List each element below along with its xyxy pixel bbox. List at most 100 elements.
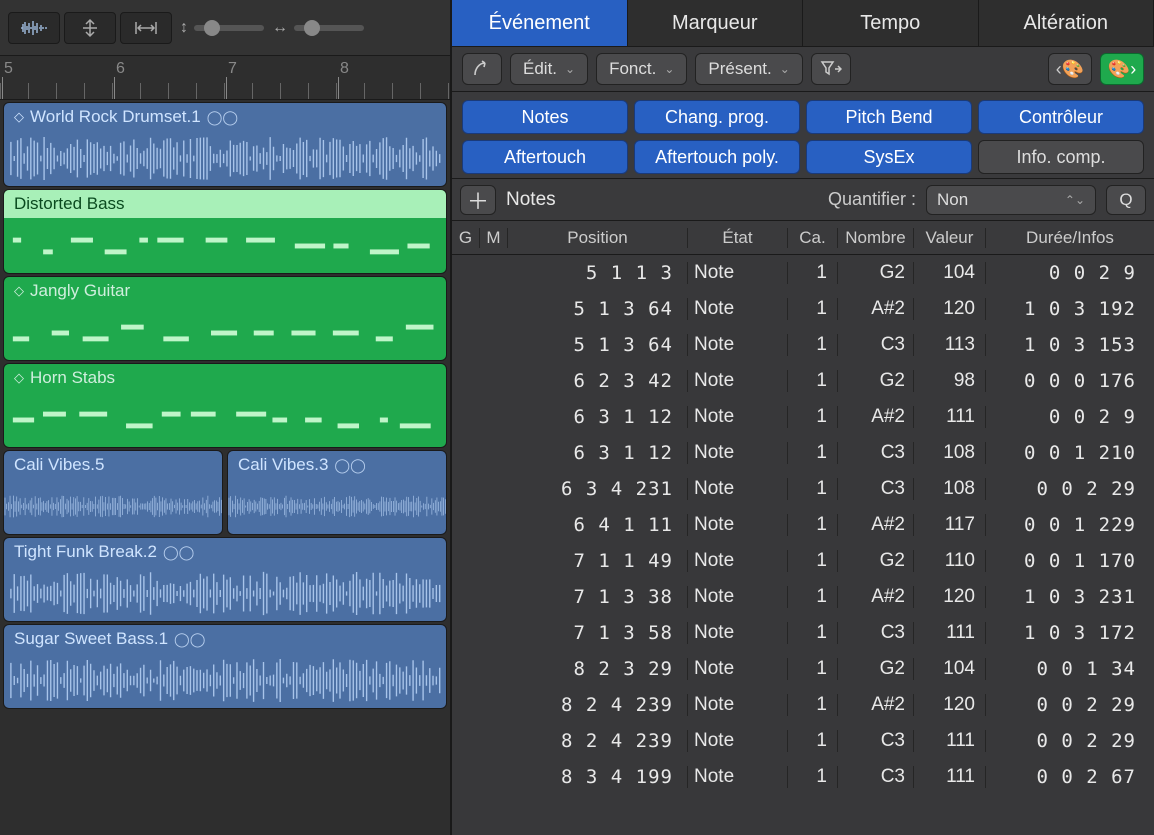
color-next-button[interactable]: 🎨›	[1100, 53, 1144, 85]
loop-icon: ◯◯	[207, 109, 238, 126]
catch-playhead-button[interactable]	[462, 53, 502, 85]
chevron-down-icon: ⌄	[780, 62, 790, 76]
event-row[interactable]: 7 1 3 58Note1C31111 0 3 172	[452, 615, 1154, 651]
view-menu[interactable]: Présent. ⌄	[695, 53, 802, 85]
tab-tempo[interactable]: Tempo	[803, 0, 979, 46]
filter-contr-leur[interactable]: Contrôleur	[978, 100, 1144, 134]
track-region[interactable]: Tight Funk Break.2◯◯	[3, 537, 447, 622]
vertical-zoom-icon	[80, 18, 100, 38]
ruler-mark: 7	[228, 60, 237, 78]
event-list-panel: ÉvénementMarqueurTempoAltération Édit.⌄ …	[450, 0, 1154, 835]
horizontal-fit-icon	[135, 21, 157, 35]
filter-aftertouch-poly-[interactable]: Aftertouch poly.	[634, 140, 800, 174]
event-list-header: ＋ Notes Quantifier : Non ⌃⌄ Q	[452, 179, 1154, 221]
track-title: Cali Vibes.3◯◯	[228, 451, 446, 479]
col-duration[interactable]: Durée/Infos	[986, 228, 1154, 248]
track-region[interactable]: Sugar Sweet Bass.1◯◯	[3, 624, 447, 709]
loop-icon: ◯◯	[163, 544, 194, 561]
quantize-label: Quantifier :	[828, 189, 916, 210]
inspector-tabs: ÉvénementMarqueurTempoAltération	[452, 0, 1154, 46]
event-toolbar: Édit.⌄ Fonct. ⌄ Présent. ⌄ ‹🎨 🎨›	[452, 46, 1154, 92]
event-row[interactable]: 8 2 3 29Note1G21040 0 1 34	[452, 651, 1154, 687]
ruler-mark: 8	[340, 60, 349, 78]
event-row[interactable]: 8 2 4 239Note1A#21200 0 2 29	[452, 687, 1154, 723]
region-handle-icon: ◇	[14, 283, 24, 299]
event-row[interactable]: 5 1 3 64Note1C31131 0 3 153	[452, 327, 1154, 363]
filter-button[interactable]	[811, 53, 851, 85]
event-row[interactable]: 7 1 1 49Note1G21100 0 1 170	[452, 543, 1154, 579]
filter-chang-prog-[interactable]: Chang. prog.	[634, 100, 800, 134]
tracks-panel: ↕ ↔ 5 6 7 8 ◇World Rock Drumset.1◯◯ Disto…	[0, 0, 450, 835]
col-position[interactable]: Position	[508, 228, 688, 248]
edit-menu[interactable]: Édit.⌄	[510, 53, 588, 85]
loop-icon: ◯◯	[174, 631, 205, 648]
col-value[interactable]: Valeur	[914, 228, 986, 248]
event-row[interactable]: 5 1 3 64Note1A#21201 0 3 192	[452, 291, 1154, 327]
updown-icon: ⌃⌄	[1065, 193, 1085, 207]
col-state[interactable]: État	[688, 228, 788, 248]
track-region[interactable]: ◇Jangly Guitar	[3, 276, 447, 361]
event-row[interactable]: 5 1 1 3Note1G21040 0 2 9	[452, 255, 1154, 291]
event-row[interactable]: 8 3 4 199Note1C31110 0 2 67	[452, 759, 1154, 795]
filter-notes[interactable]: Notes	[462, 100, 628, 134]
event-row[interactable]: 7 1 3 38Note1A#21201 0 3 231	[452, 579, 1154, 615]
vertical-zoom-slider[interactable]: ↕	[180, 19, 264, 37]
event-filters: NotesChang. prog.Pitch BendContrôleur Aft…	[452, 92, 1154, 179]
event-row[interactable]: 8 2 4 239Note1C31110 0 2 29	[452, 723, 1154, 759]
palette-icon: ‹🎨	[1056, 59, 1084, 80]
chevron-down-icon: ⌄	[664, 62, 674, 76]
edit-menu-label: Édit.	[523, 59, 557, 79]
color-prev-button[interactable]: ‹🎨	[1048, 53, 1092, 85]
track-region[interactable]: ◇Horn Stabs	[3, 363, 447, 448]
quantize-button[interactable]: Q	[1106, 185, 1146, 215]
region-handle-icon: ◇	[14, 109, 24, 125]
timeline-ruler[interactable]: 5 6 7 8	[0, 56, 450, 100]
functions-menu-label: Fonct.	[609, 59, 656, 79]
col-channel[interactable]: Ca.	[788, 228, 838, 248]
event-row[interactable]: 6 4 1 11Note1A#21170 0 1 229	[452, 507, 1154, 543]
ruler-mark: 6	[116, 60, 125, 78]
tab-marqueur[interactable]: Marqueur	[628, 0, 804, 46]
ruler-mark: 5	[4, 60, 13, 78]
track-toolbar: ↕ ↔	[0, 0, 450, 56]
track-title: Cali Vibes.5	[4, 451, 222, 479]
palette-icon: 🎨›	[1108, 59, 1136, 80]
tab-altération[interactable]: Altération	[979, 0, 1154, 46]
col-mute[interactable]: M	[480, 228, 508, 248]
event-row[interactable]: 6 3 1 12Note1C31080 0 1 210	[452, 435, 1154, 471]
horizontal-arrows-icon: ↔	[272, 19, 288, 37]
col-group[interactable]: G	[452, 228, 480, 248]
track-title: ◇Jangly Guitar	[4, 277, 446, 305]
vertical-zoom-button[interactable]	[64, 12, 116, 44]
horizontal-zoom-slider[interactable]: ↔	[272, 19, 364, 37]
track-title: Tight Funk Break.2◯◯	[4, 538, 446, 566]
event-row[interactable]: 6 3 1 12Note1A#21110 0 2 9	[452, 399, 1154, 435]
view-menu-label: Présent.	[708, 59, 771, 79]
region-handle-icon: ◇	[14, 370, 24, 386]
track-title: Sugar Sweet Bass.1◯◯	[4, 625, 446, 653]
track-region[interactable]: Cali Vibes.5	[3, 450, 223, 535]
filter-sysex[interactable]: SysEx	[806, 140, 972, 174]
track-title: ◇Horn Stabs	[4, 364, 446, 392]
quantize-value: Non	[937, 190, 968, 210]
filter-info-comp-[interactable]: Info. comp.	[978, 140, 1144, 174]
add-event-button[interactable]: ＋	[460, 185, 496, 215]
functions-menu[interactable]: Fonct. ⌄	[596, 53, 687, 85]
vertical-arrows-icon: ↕	[180, 19, 188, 37]
waveform-mode-button[interactable]	[8, 12, 60, 44]
track-region[interactable]: Cali Vibes.3◯◯	[227, 450, 447, 535]
filter-aftertouch[interactable]: Aftertouch	[462, 140, 628, 174]
track-title: ◇World Rock Drumset.1◯◯	[4, 103, 446, 131]
filter-pitch-bend[interactable]: Pitch Bend	[806, 100, 972, 134]
col-number[interactable]: Nombre	[838, 228, 914, 248]
tab-événement[interactable]: Événement	[452, 0, 628, 46]
event-row[interactable]: 6 3 4 231Note1C31080 0 2 29	[452, 471, 1154, 507]
horizontal-fit-button[interactable]	[120, 12, 172, 44]
event-row[interactable]: 6 2 3 42Note1G2980 0 0 176	[452, 363, 1154, 399]
track-region[interactable]: Distorted Bass	[3, 189, 447, 274]
track-title: Distorted Bass	[4, 190, 446, 218]
track-region[interactable]: ◇World Rock Drumset.1◯◯	[3, 102, 447, 187]
quantize-select[interactable]: Non ⌃⌄	[926, 185, 1096, 215]
loop-icon: ◯◯	[334, 457, 365, 474]
filter-icon	[820, 60, 842, 78]
